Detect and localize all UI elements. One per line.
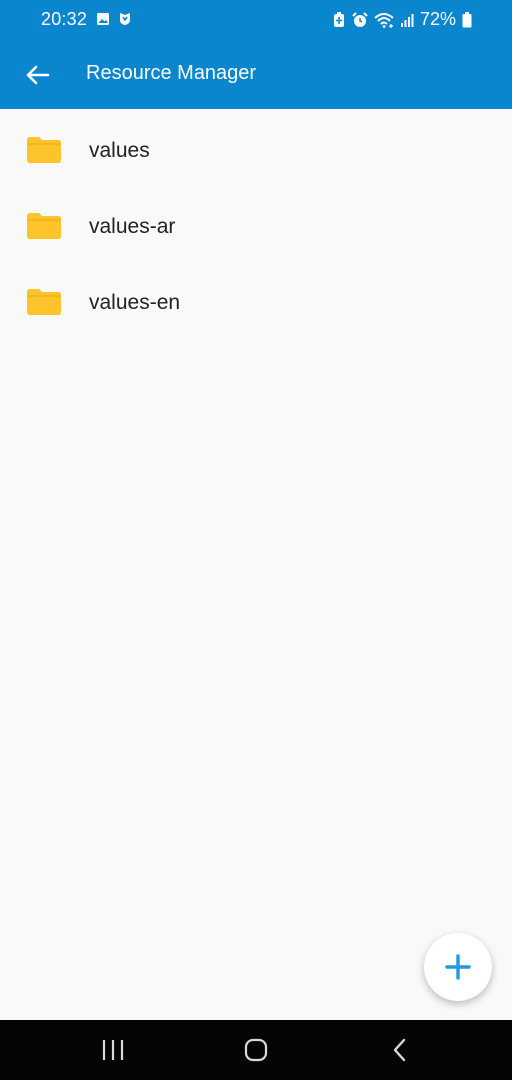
status-time: 20:32: [41, 9, 88, 29]
folder-item-values-en[interactable]: values-en: [0, 265, 512, 341]
image-icon: [97, 13, 109, 25]
status-system-icons: 72%: [332, 9, 456, 30]
add-button[interactable]: [424, 933, 492, 1001]
folder-icon: [27, 289, 61, 315]
battery-icon: [462, 12, 472, 28]
arrow-left-icon: [26, 65, 50, 85]
recents-icon: [102, 1040, 124, 1060]
folder-icon: [27, 137, 61, 163]
wifi-icon: [374, 12, 394, 28]
folder-name: values-ar: [89, 215, 176, 238]
folder-item-values-ar[interactable]: values-ar: [0, 189, 512, 265]
signal-icon: [400, 13, 414, 27]
shield-app-icon: [120, 13, 130, 25]
back-button[interactable]: [22, 59, 54, 91]
battery-percent: 72%: [419, 9, 456, 29]
home-button[interactable]: [236, 1036, 276, 1064]
battery-saver-icon: [333, 11, 344, 27]
alarm-icon: [352, 11, 368, 27]
plus-icon: [445, 954, 471, 980]
folder-name: values: [89, 139, 150, 162]
folder-item-values[interactable]: values: [0, 113, 512, 189]
status-bar: 20:32 72%: [0, 0, 512, 40]
app-bar: Resource Manager: [0, 40, 512, 109]
recents-button[interactable]: [93, 1036, 133, 1064]
home-icon: [244, 1038, 268, 1062]
system-nav-bar: [0, 1020, 512, 1080]
folder-list: values values-ar values-en: [0, 113, 512, 341]
nav-back-button[interactable]: [380, 1036, 420, 1064]
page-title: Resource Manager: [86, 62, 257, 84]
status-notification-icons: [96, 12, 132, 26]
folder-icon: [27, 213, 61, 239]
folder-name: values-en: [89, 291, 181, 314]
back-icon: [393, 1038, 406, 1062]
